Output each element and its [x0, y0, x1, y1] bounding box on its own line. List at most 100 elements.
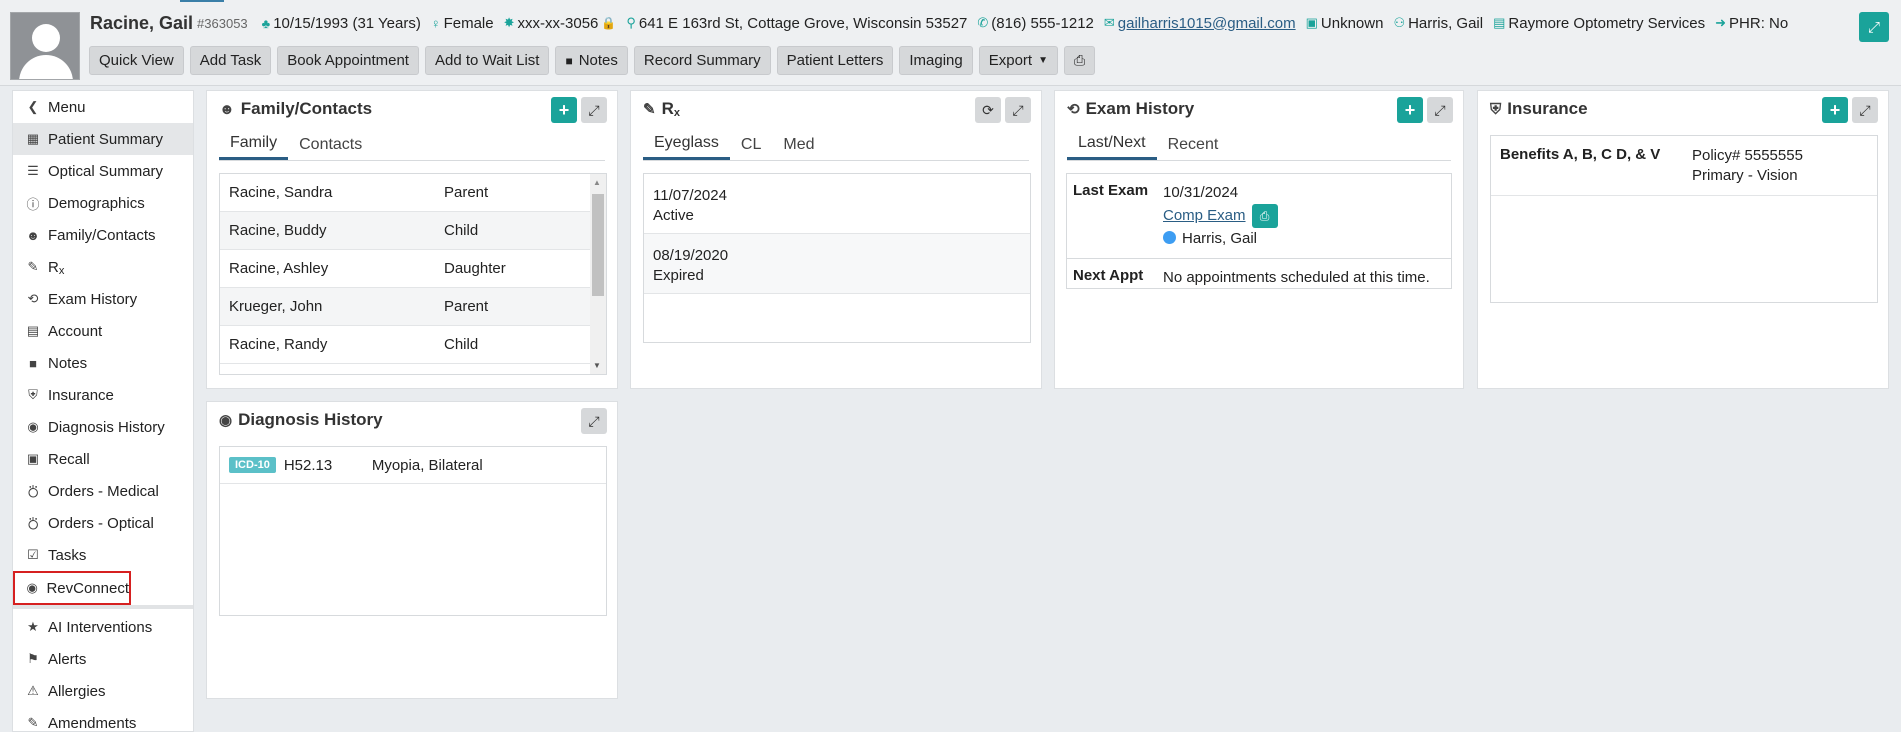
quick-view-button[interactable]: Quick View [89, 46, 184, 75]
sidebar-item-label: Exam History [48, 290, 138, 308]
list-icon: ☰ [27, 163, 39, 178]
sign-in-icon: ➜ [1715, 15, 1727, 30]
users-icon: ☻ [219, 100, 235, 118]
map-marker-icon: ⚲ [626, 15, 636, 30]
add-task-button[interactable]: Add Task [189, 46, 272, 75]
print-icon[interactable]: ⎙ [1251, 204, 1278, 228]
panel-title: ⛨ Insurance [1490, 99, 1588, 118]
family-row[interactable]: Racine, Ashley Daughter [220, 250, 592, 288]
book-appointment-button[interactable]: Book Appointment [277, 46, 419, 75]
sidebar-item-family-contacts[interactable]: ☻ Family/Contacts [13, 219, 193, 251]
add-to-wait-list-button[interactable]: Add to Wait List [424, 46, 550, 75]
sidebar-item-insurance[interactable]: ⛨ Insurance [13, 379, 193, 411]
sidebar-item-label: Notes [48, 354, 88, 372]
tab-contacts[interactable]: Contacts [288, 129, 373, 160]
family-row[interactable]: Racine, Randy Child [220, 326, 592, 364]
note-icon: ■ [29, 355, 37, 371]
refresh-icon[interactable]: ⟳ [975, 97, 1001, 123]
sidebar-item-exam-history[interactable]: ⟲ Exam History [13, 283, 193, 315]
exam-history-panel: ⟲ Exam History + ⤢ Last/Next Recent Last … [1054, 90, 1464, 389]
add-insurance-button[interactable]: + [1822, 97, 1848, 123]
sidebar-item-optical-summary[interactable]: ☰ Optical Summary [13, 155, 193, 187]
phr-field: ➜ PHR: No [1715, 14, 1789, 32]
patient-name: Racine, Gail [90, 12, 194, 33]
export-dropdown[interactable]: Export ▼ [978, 46, 1058, 75]
sidebar-item-account[interactable]: ▤ Account [13, 315, 193, 347]
tab-family[interactable]: Family [219, 129, 289, 160]
sidebar-item-label: Patient Summary [48, 130, 164, 148]
sidebar-item-recall[interactable]: ▣ Recall [13, 443, 193, 475]
rx-row[interactable]: 11/07/2024 Active [644, 174, 1030, 234]
sidebar-item-tasks[interactable]: ☑ Tasks [13, 539, 193, 571]
insurance-row[interactable]: Benefits A, B, C D, & V Policy# 5555555 … [1491, 136, 1877, 196]
expand-icon[interactable]: ⤢ [1859, 12, 1889, 42]
sidebar-item-orders-medical[interactable]: ⛣ Orders - Medical [13, 475, 193, 507]
add-family-button[interactable]: + [551, 97, 577, 123]
sidebar-item-amendments[interactable]: ✎ Amendments [13, 707, 193, 732]
eye-icon: ◉ [27, 419, 39, 434]
print-button[interactable]: ⎙ [1063, 46, 1096, 75]
sidebar-item-demographics[interactable]: ⓘ Demographics [13, 187, 193, 219]
sidebar-item-label: Amendments [48, 714, 137, 732]
shield-icon: ⛨ [28, 387, 38, 402]
divider [13, 605, 193, 609]
family-relation: Parent [444, 184, 489, 201]
star-icon: ★ [27, 619, 39, 634]
family-relation: Parent [444, 298, 489, 315]
expand-icon[interactable]: ⤢ [581, 408, 607, 434]
patient-letters-button[interactable]: Patient Letters [776, 46, 894, 75]
sidebar-item-orders-optical[interactable]: ⛣ Orders - Optical [13, 507, 193, 539]
expand-icon[interactable]: ⤢ [581, 97, 607, 123]
lock-icon[interactable]: 🔒 [601, 16, 616, 30]
chat-icon: ◉ [26, 580, 38, 595]
scrollbar[interactable]: ▲ ▼ [590, 174, 606, 374]
sidebar-item-label: RevConnect [46, 579, 129, 597]
insurance-benefits: Benefits A, B, C D, & V [1500, 146, 1661, 163]
insurance-panel: ⛨ Insurance + ⤢ Benefits A, B, C D, & V P… [1477, 90, 1889, 389]
rx-row[interactable]: 08/19/2020 Expired [644, 234, 1030, 294]
envelope-icon: ✉ [1103, 15, 1115, 30]
sidebar-item-allergies[interactable]: ⚠ Allergies [13, 675, 193, 707]
tab-cl[interactable]: CL [730, 129, 772, 160]
notes-button[interactable]: ■ Notes [555, 46, 628, 75]
family-row[interactable]: Racine, Buddy Child [220, 212, 592, 250]
last-exam-row: Last Exam 10/31/2024 Comp Exam ⎙ Harris, … [1067, 174, 1451, 259]
eye-icon: ◉ [219, 412, 233, 429]
tab-med[interactable]: Med [772, 129, 825, 160]
email-field[interactable]: ✉ gailharris1015@gmail.com [1104, 15, 1296, 32]
grid-icon: ▦ [26, 131, 40, 146]
sticky-note-icon: ■ [565, 53, 573, 68]
sidebar-nav: ❮ Menu ▦ Patient Summary ☰ Optical Summary ⓘ De… [12, 90, 194, 732]
imaging-button[interactable]: Imaging [899, 46, 973, 75]
ssn-icon: ✸ [503, 15, 515, 30]
record-summary-button[interactable]: Record Summary [633, 46, 771, 75]
sidebar-item-diagnosis-history[interactable]: ◉ Diagnosis History [13, 411, 193, 443]
family-row[interactable]: Krueger, John Parent [220, 288, 592, 326]
expand-icon[interactable]: ⤢ [1852, 97, 1878, 123]
patient-info-bar: Racine, Gail #363053 ♣ 10/15/1993 (31 Yea… [90, 12, 1798, 34]
sidebar-item-alerts[interactable]: ⚑ Alerts [13, 643, 193, 675]
sidebar-item-menu[interactable]: ❮ Menu [13, 91, 193, 123]
expand-icon[interactable]: ⤢ [1427, 97, 1453, 123]
add-exam-button[interactable]: + [1397, 97, 1423, 123]
sidebar-item-label: Account [48, 322, 103, 340]
tab-eyeglass[interactable]: Eyeglass [643, 129, 730, 160]
sidebar-item-ai-interventions[interactable]: ★ AI Interventions [13, 611, 193, 643]
tab-recent[interactable]: Recent [1157, 129, 1230, 160]
comp-exam-link[interactable]: Comp Exam [1163, 207, 1246, 224]
next-appt-label: Next Appt [1073, 267, 1144, 284]
family-row[interactable]: Racine, Sandra Parent [220, 174, 592, 212]
location-field: ▤ Raymore Optometry Services [1493, 14, 1706, 32]
chevron-left-icon: ❮ [27, 99, 39, 114]
sidebar-item-notes[interactable]: ■ Notes [13, 347, 193, 379]
exam-provider: Harris, Gail [1182, 230, 1258, 247]
tab-last-next[interactable]: Last/Next [1067, 129, 1157, 160]
expand-icon[interactable]: ⤢ [1005, 97, 1031, 123]
money-icon: ▤ [26, 323, 40, 338]
diagnosis-row[interactable]: ICD-10 H52.13 Myopia, Bilateral [220, 447, 606, 484]
next-appt-row: Next Appt No appointments scheduled at t… [1067, 259, 1451, 288]
insurance-coverage: Primary - Vision [1692, 167, 1798, 184]
sidebar-item-r[interactable]: ✎ Rx [13, 251, 193, 283]
sidebar-item-patient-summary[interactable]: ▦ Patient Summary [13, 123, 193, 155]
sidebar-item-revconnect[interactable]: ◉ RevConnect [13, 571, 131, 605]
